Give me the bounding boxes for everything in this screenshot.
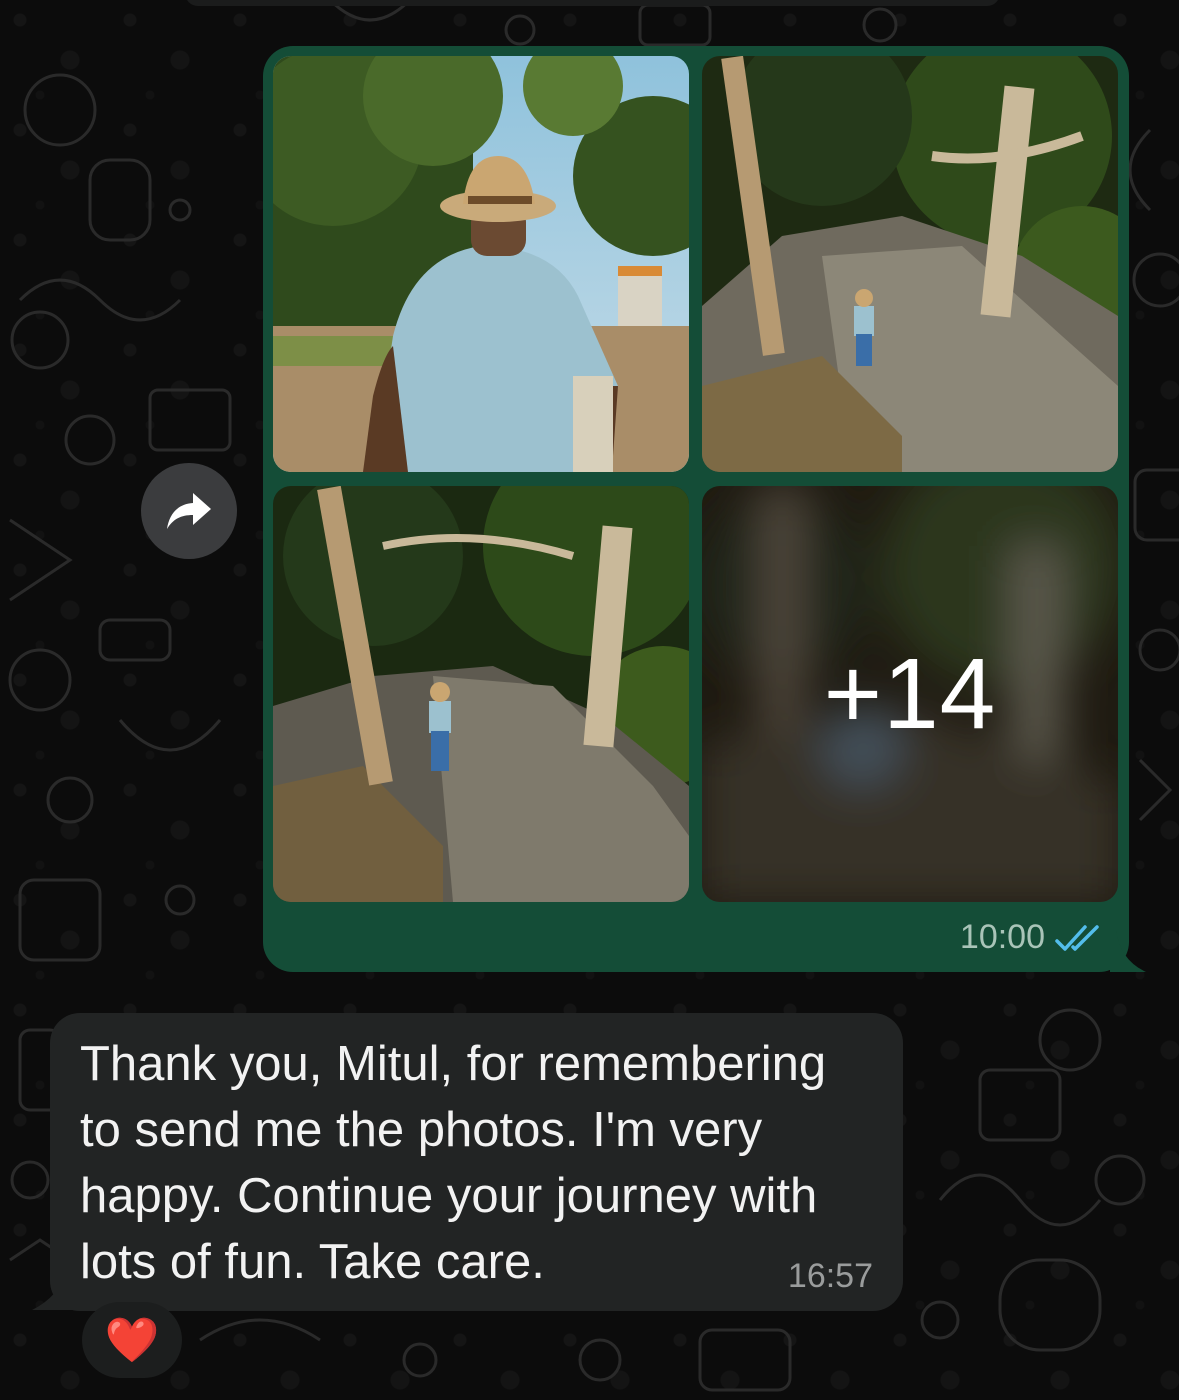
forward-button[interactable] bbox=[141, 463, 237, 559]
outgoing-media-bubble[interactable]: +14 10:00 bbox=[263, 46, 1129, 972]
photo-forest-rocks-icon bbox=[273, 486, 689, 902]
incoming-bubble-tail bbox=[32, 1262, 74, 1310]
message-time: 10:00 bbox=[959, 918, 1045, 956]
forward-arrow-icon bbox=[167, 493, 211, 529]
photo-thumbnail-3[interactable] bbox=[273, 486, 689, 902]
photo-thumbnail-1[interactable] bbox=[273, 56, 689, 472]
reaction-badge[interactable]: ❤️ bbox=[82, 1302, 182, 1378]
incoming-message-text: Thank you, Mitul, for remembering to sen… bbox=[80, 1031, 880, 1295]
message-line: lots of fun. Take care. bbox=[80, 1235, 545, 1289]
message-meta: 10:00 bbox=[960, 918, 1101, 957]
outgoing-bubble-tail bbox=[1110, 930, 1146, 972]
photo-thumbnail-more[interactable]: +14 bbox=[702, 486, 1118, 902]
photo-thumbnail-2[interactable] bbox=[702, 56, 1118, 472]
previous-message-edge bbox=[185, 0, 1000, 6]
message-line: Thank you, Mitul, for remembering bbox=[80, 1037, 827, 1091]
photo-forest-rocks-icon bbox=[702, 56, 1118, 472]
photo-man-with-hat-icon bbox=[273, 56, 689, 472]
message-line: happy. Continue your journey with bbox=[80, 1169, 818, 1223]
incoming-text-bubble[interactable]: Thank you, Mitul, for remembering to sen… bbox=[50, 1013, 903, 1311]
heart-reaction-icon: ❤️ bbox=[104, 1316, 160, 1365]
message-line: to send me the photos. I'm very bbox=[80, 1103, 763, 1157]
extra-photos-count: +14 bbox=[823, 637, 997, 750]
message-time: 16:57 bbox=[787, 1257, 873, 1295]
double-check-read-icon bbox=[1055, 924, 1099, 951]
